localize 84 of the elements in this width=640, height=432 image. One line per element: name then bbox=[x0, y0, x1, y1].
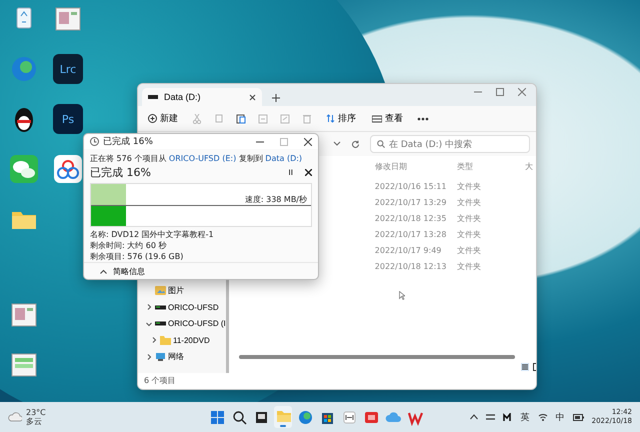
throughput-area bbox=[91, 184, 126, 206]
close-icon[interactable] bbox=[249, 94, 256, 100]
pause-button[interactable]: II bbox=[284, 168, 297, 178]
table-cell-text: 文件夹 bbox=[456, 260, 482, 272]
chevron-down-icon[interactable] bbox=[333, 141, 341, 147]
list-view-icon bbox=[372, 114, 382, 122]
chat-bubbles-icon[interactable] bbox=[9, 154, 39, 184]
weather-text: 多云 bbox=[26, 417, 43, 426]
edge-icon[interactable] bbox=[296, 408, 314, 426]
app-icon[interactable] bbox=[340, 408, 358, 426]
table-cell-text: 2022/10/18 12:13 bbox=[374, 262, 448, 270]
table-cell-text: 文件夹 bbox=[456, 244, 482, 256]
column-header[interactable]: 类型 bbox=[456, 160, 525, 172]
nav-item[interactable]: ORICO-UFSD bbox=[140, 299, 219, 316]
table-cell-text: 文件夹 bbox=[456, 212, 482, 224]
drive-icon bbox=[155, 304, 166, 310]
table-cell-text: 2022/10/16 15:11 bbox=[374, 182, 448, 190]
table-cell-text: 文件夹 bbox=[456, 196, 482, 208]
running-indicator bbox=[280, 425, 286, 427]
add-tab-icon[interactable] bbox=[272, 94, 280, 102]
windows-logo-icon[interactable] bbox=[208, 408, 226, 426]
column-header[interactable]: 修改日期 bbox=[374, 160, 457, 172]
sort-button[interactable]: 排序 bbox=[324, 110, 358, 127]
status-text: 复制到 bbox=[238, 154, 263, 164]
mouse-pointer-icon bbox=[398, 291, 405, 300]
horizontal-scrollbar[interactable] bbox=[238, 355, 515, 359]
nav-item[interactable]: 图片 bbox=[140, 282, 184, 299]
plus-circle-icon bbox=[148, 114, 157, 123]
drive-icon bbox=[148, 95, 158, 99]
chevron-up-icon bbox=[100, 268, 107, 274]
search-icon bbox=[377, 140, 385, 148]
window-title: 已完成 16% bbox=[103, 136, 153, 148]
table-cell-text: 2022/10/18 12:35 bbox=[374, 214, 448, 222]
pictures-folder-icon bbox=[155, 286, 166, 296]
temperature-text: 23°C bbox=[26, 408, 46, 417]
folder-icon bbox=[160, 336, 171, 345]
nav-item[interactable]: ORICO-UFSD (I bbox=[140, 316, 226, 332]
speed-text: 速度: 338 MB/秒 bbox=[244, 194, 307, 206]
chevron-right-icon[interactable] bbox=[145, 352, 153, 361]
refresh-icon[interactable] bbox=[351, 140, 360, 148]
more-icon[interactable] bbox=[417, 116, 429, 120]
chevron-down-icon[interactable] bbox=[145, 320, 153, 328]
search-field[interactable]: 在 Data (D:) 中搜索 bbox=[370, 135, 530, 153]
wifi-icon[interactable] bbox=[538, 413, 548, 421]
copy-progress-icon bbox=[90, 137, 99, 146]
paste-icon[interactable] bbox=[236, 114, 246, 124]
app-logo-tile[interactable]: Ps bbox=[53, 104, 83, 134]
status-text: 正在将 576 个项目从 bbox=[90, 154, 166, 164]
collapse-details-button[interactable]: 简略信息 bbox=[94, 264, 151, 278]
ime-indicator[interactable]: 中 bbox=[556, 410, 565, 424]
details-view-icon[interactable] bbox=[520, 363, 529, 371]
sort-arrows-icon bbox=[326, 114, 335, 123]
cloud-app-icon[interactable] bbox=[53, 154, 83, 184]
table-cell-text: 2022/10/17 13:28 bbox=[374, 230, 448, 238]
detail-text: 剩余项目: 576 (19.6 GB) bbox=[90, 252, 184, 262]
network-icon bbox=[155, 352, 166, 362]
battery-icon[interactable] bbox=[572, 414, 584, 420]
search-icon[interactable] bbox=[230, 408, 248, 426]
cloud-icon[interactable] bbox=[8, 412, 22, 422]
table-cell-text: 文件夹 bbox=[456, 228, 482, 240]
table-cell-text: 2022/10/17 13:29 bbox=[374, 198, 448, 206]
window-tab[interactable]: Data (D:) bbox=[142, 88, 262, 106]
table-cell-text: 2022/10/17 9:49 bbox=[374, 246, 442, 254]
chevron-up-icon[interactable] bbox=[470, 414, 478, 420]
progress-heading: 已完成 16% bbox=[90, 165, 151, 180]
drive-icon bbox=[155, 321, 166, 326]
new-button[interactable]: 新建 bbox=[146, 110, 180, 127]
view-button[interactable]: 查看 bbox=[370, 110, 405, 127]
nav-item[interactable]: 11-20DVD bbox=[140, 332, 210, 348]
chevron-right-icon[interactable] bbox=[150, 336, 158, 344]
detail-text: 名称: DVD12 国外中文字幕教程-1 bbox=[90, 230, 215, 240]
status-text: 6 个项目 bbox=[138, 373, 536, 389]
close-icon[interactable] bbox=[304, 138, 312, 146]
app-logo-tile[interactable]: Lrc bbox=[53, 54, 83, 84]
table-cell-text: 文件夹 bbox=[456, 180, 482, 192]
maximize-icon[interactable] bbox=[496, 88, 504, 96]
column-header[interactable]: 大 bbox=[524, 160, 536, 172]
destination-link[interactable]: Data (D:) bbox=[265, 154, 302, 164]
source-link[interactable]: ORICO-UFSD (E:) bbox=[168, 154, 236, 164]
detail-text: 剩余时间: 大约 60 秒 bbox=[90, 241, 168, 252]
close-icon[interactable] bbox=[305, 169, 312, 176]
input-mode-indicator[interactable]: 英 bbox=[520, 410, 530, 424]
nav-item[interactable]: 网络 bbox=[140, 348, 184, 365]
chevron-right-icon[interactable] bbox=[145, 303, 153, 312]
